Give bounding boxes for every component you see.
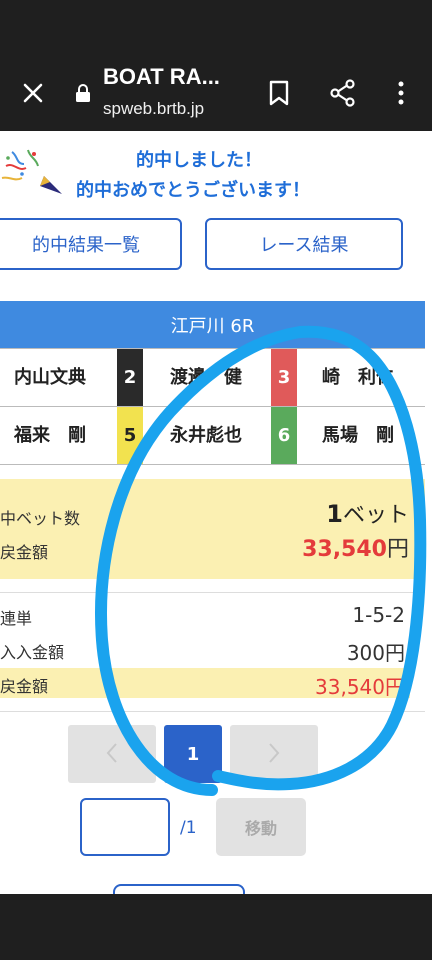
lane-number: 2 xyxy=(117,349,143,406)
site-url[interactable]: spweb.brtb.jp xyxy=(103,99,204,119)
lane-number: 3 xyxy=(271,349,297,406)
party-popper-icon xyxy=(1,149,62,194)
payout-label: 戻金額 xyxy=(0,543,49,562)
share-icon[interactable] xyxy=(329,79,357,107)
racer-row: 内山文典 2 渡邊 健 3 崎 利仁 xyxy=(0,348,425,406)
lane-number: 6 xyxy=(271,407,297,464)
purchase-label: 入入金額 xyxy=(0,643,65,662)
page-1-button[interactable]: 1 xyxy=(164,725,222,783)
more-options-icon[interactable] xyxy=(392,79,410,107)
close-icon[interactable] xyxy=(18,78,48,108)
bet-combination: 1-5-2 xyxy=(352,603,405,627)
next-page-button[interactable] xyxy=(230,725,318,783)
refund-amount: 33,540円 xyxy=(315,675,405,699)
racer-name: 崎 利仁 xyxy=(322,367,394,388)
page-total: /1 xyxy=(180,818,197,838)
racer-table: 内山文典 2 渡邊 健 3 崎 利仁 福来 剛 5 永井彪也 6 馬場 剛 xyxy=(0,348,425,465)
site-title: BOAT RA... xyxy=(103,64,220,89)
bets-count-value: 1 xyxy=(326,500,343,528)
bets-count: 1ベット xyxy=(326,497,409,529)
bookmark-icon[interactable] xyxy=(268,80,290,106)
lock-icon xyxy=(76,84,90,102)
racer-name: 渡邊 健 xyxy=(170,367,242,388)
page-number-input[interactable] xyxy=(80,798,170,856)
chevron-right-icon xyxy=(269,743,280,763)
bets-label: 中ベット数 xyxy=(0,509,81,528)
refund-label: 戻金額 xyxy=(0,677,49,696)
prev-page-button[interactable] xyxy=(68,725,156,783)
racer-name: 永井彪也 xyxy=(170,425,242,446)
payout-amount: 33,540円 xyxy=(302,531,409,563)
lane-number: 5 xyxy=(117,407,143,464)
chevron-left-icon xyxy=(106,743,117,763)
racer-row: 福来 剛 5 永井彪也 6 馬場 剛 xyxy=(0,406,425,464)
racer-name: 馬場 剛 xyxy=(322,425,394,446)
hit-summary: 中ベット数 1ベット 戻金額 33,540円 xyxy=(0,479,425,579)
bet-type-label: 連単 xyxy=(0,609,33,628)
congrats-message: 的中おめでとうございます！ xyxy=(76,180,310,201)
browser-toolbar: BOAT RA... spweb.brtb.jp xyxy=(0,0,432,131)
congrats-title: 的中しました！ xyxy=(136,150,262,171)
racer-name: 福来 剛 xyxy=(14,425,86,446)
results-list-button[interactable]: 的中結果一覧 xyxy=(0,218,182,270)
payout-amount-value: 33,540 xyxy=(302,537,387,562)
purchase-amount: 300円 xyxy=(346,641,405,665)
move-button[interactable]: 移動 xyxy=(216,798,306,856)
system-navigation-bar xyxy=(0,894,432,960)
race-results-button[interactable]: レース結果 xyxy=(205,218,403,270)
racer-name: 内山文典 xyxy=(14,367,86,388)
payout-unit: 円 xyxy=(386,537,409,562)
bet-detail: 連単 1-5-2 入入金額 300円 戻金額 33,540円 xyxy=(0,592,425,712)
race-header: 江戸川 6R xyxy=(0,301,425,348)
bets-unit: ベット xyxy=(342,503,409,528)
